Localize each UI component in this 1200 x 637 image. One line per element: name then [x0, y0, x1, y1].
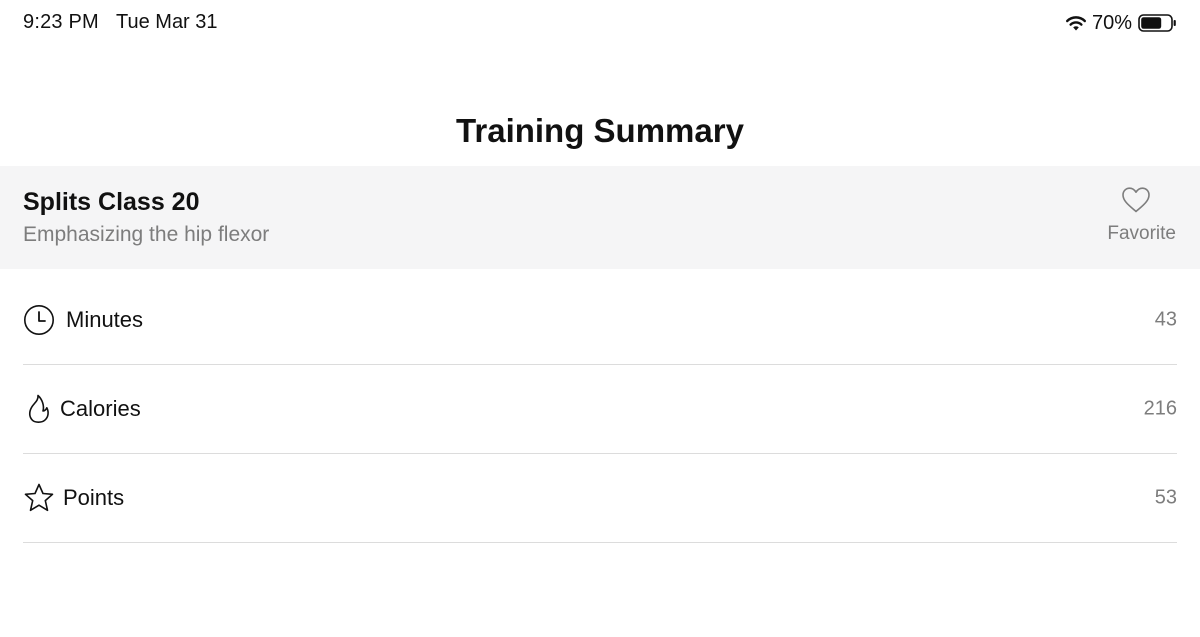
favorite-button[interactable]: Favorite — [1096, 186, 1176, 248]
wifi-icon — [1065, 16, 1086, 31]
favorite-label: Favorite — [1107, 223, 1176, 244]
stat-value: 53 — [1154, 486, 1177, 509]
battery-percent: 70% — [1091, 11, 1132, 34]
stat-label: Minutes — [66, 307, 144, 332]
stat-value: 43 — [1154, 308, 1177, 331]
training-summary-screen: 9:23 PM Tue Mar 31 70% Training Summary … — [0, 0, 1200, 637]
stat-label: Points — [63, 485, 125, 510]
stat-label: Calories — [60, 396, 141, 421]
stat-row-minutes: Minutes 43 — [23, 276, 1177, 365]
stat-row-points: Points 53 — [23, 454, 1177, 543]
class-subtitle: Emphasizing the hip flexor — [23, 223, 270, 246]
clock-icon — [24, 305, 54, 335]
status-time: 9:23 PM — [23, 11, 99, 33]
status-date: Tue Mar 31 — [116, 11, 218, 33]
battery-icon — [1138, 14, 1176, 32]
class-name: Splits Class 20 — [23, 188, 200, 216]
class-card: Splits Class 20 Emphasizing the hip flex… — [0, 166, 1200, 269]
flame-icon — [28, 394, 49, 423]
status-indicators: 70% — [1065, 10, 1178, 36]
stat-row-calories: Calories 216 — [23, 365, 1177, 454]
stat-value: 216 — [1143, 397, 1177, 420]
page-title: Training Summary — [456, 112, 744, 149]
status-bar: 9:23 PM Tue Mar 31 70% — [0, 0, 1200, 46]
heart-icon — [1122, 187, 1150, 213]
star-icon — [24, 483, 54, 512]
